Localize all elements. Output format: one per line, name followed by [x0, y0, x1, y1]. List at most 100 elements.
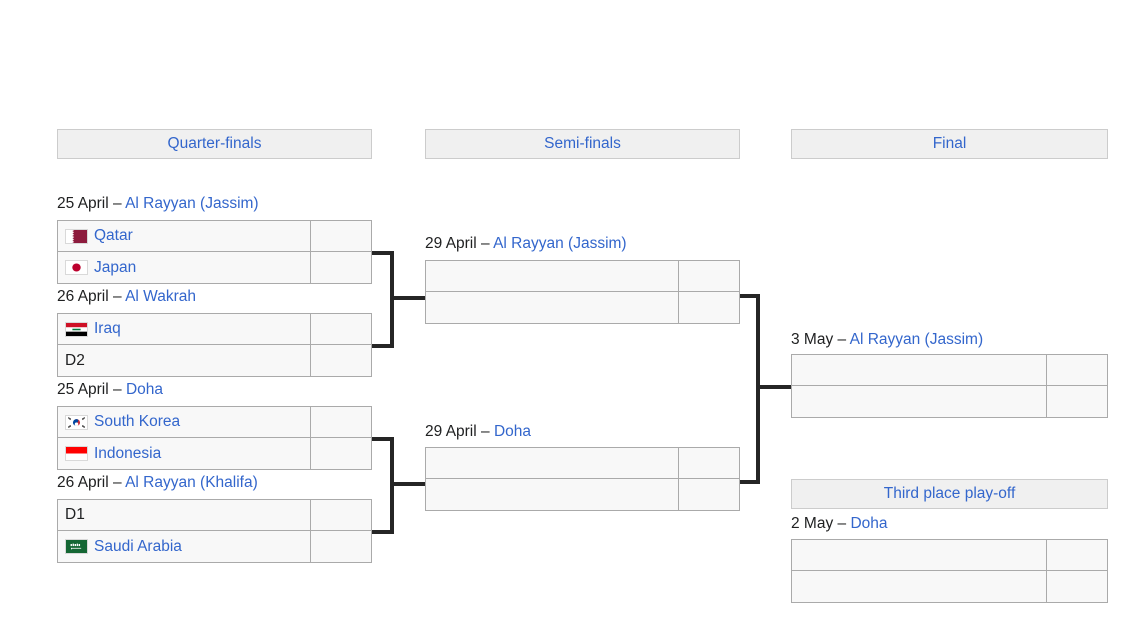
- match-row[interactable]: [426, 292, 739, 323]
- round-header-label: Semi-finals: [544, 135, 621, 152]
- match-venue-link[interactable]: Doha: [494, 423, 531, 440]
- match-box-qf4: D1 Saudi Arabia: [57, 499, 372, 563]
- match-date-qf3: 25 April – Doha: [57, 381, 163, 399]
- score-cell: [311, 500, 371, 530]
- score-cell: [311, 221, 371, 251]
- match-date-dash: –: [113, 195, 122, 212]
- match-row[interactable]: Iraq: [58, 314, 371, 345]
- match-row[interactable]: [792, 571, 1107, 602]
- team-cell[interactable]: Qatar: [58, 221, 311, 251]
- team-cell[interactable]: [426, 479, 679, 510]
- match-venue-link[interactable]: Al Rayyan (Jassim): [493, 235, 627, 252]
- round-header-quarter-finals[interactable]: Quarter-finals: [57, 129, 372, 159]
- match-date-day: 29 April: [425, 235, 477, 252]
- match-row[interactable]: Japan: [58, 252, 371, 283]
- connector-sf-vertical: [756, 294, 760, 484]
- match-box-qf3: South Korea Indonesia: [57, 406, 372, 470]
- score-cell: [311, 407, 371, 437]
- match-date-day: 3 May: [791, 331, 834, 348]
- match-date-day: 26 April: [57, 474, 109, 491]
- match-venue-link[interactable]: Al Rayyan (Jassim): [850, 331, 984, 348]
- match-row[interactable]: South Korea: [58, 407, 371, 438]
- match-row[interactable]: Saudi Arabia: [58, 531, 371, 562]
- match-row[interactable]: [426, 448, 739, 479]
- score-cell: [679, 292, 739, 323]
- match-date-qf4: 26 April – Al Rayyan (Khalifa): [57, 474, 258, 492]
- match-box-sf2: [425, 447, 740, 511]
- team-cell[interactable]: D1: [58, 500, 311, 530]
- match-row[interactable]: D2: [58, 345, 371, 376]
- team-name[interactable]: Japan: [94, 259, 136, 277]
- team-cell[interactable]: Indonesia: [58, 438, 311, 469]
- match-date-qf2: 26 April – Al Wakrah: [57, 288, 196, 306]
- match-date-sf2: 29 April – Doha: [425, 423, 531, 441]
- match-row[interactable]: [792, 355, 1107, 386]
- team-name[interactable]: Saudi Arabia: [94, 538, 182, 556]
- match-box-qf1: Qatar Japan: [57, 220, 372, 284]
- match-row[interactable]: [792, 386, 1107, 417]
- score-cell: [1047, 386, 1107, 417]
- score-cell: [1047, 355, 1107, 385]
- score-cell: [311, 252, 371, 283]
- flag-iraq-icon: [65, 321, 88, 337]
- match-row[interactable]: Qatar: [58, 221, 371, 252]
- team-cell[interactable]: South Korea: [58, 407, 311, 437]
- score-cell: [311, 438, 371, 469]
- team-name[interactable]: Indonesia: [94, 445, 161, 463]
- team-name[interactable]: Qatar: [94, 227, 133, 245]
- team-cell[interactable]: [792, 540, 1047, 570]
- match-date-dash: –: [113, 381, 122, 398]
- connector-final-in: [756, 385, 792, 389]
- score-cell: [311, 531, 371, 562]
- match-box-third-place: [791, 539, 1108, 603]
- match-date-day: 25 April: [57, 195, 109, 212]
- match-row[interactable]: Indonesia: [58, 438, 371, 469]
- team-cell[interactable]: D2: [58, 345, 311, 376]
- team-cell[interactable]: [792, 571, 1047, 602]
- match-venue-link[interactable]: Doha: [850, 515, 887, 532]
- round-header-label: Third place play-off: [883, 485, 1016, 502]
- match-date-day: 29 April: [425, 423, 477, 440]
- team-cell[interactable]: [426, 292, 679, 323]
- match-date-dash: –: [113, 288, 122, 305]
- score-cell: [679, 261, 739, 291]
- score-cell: [1047, 571, 1107, 602]
- score-cell: [1047, 540, 1107, 570]
- connector-sf1-in: [390, 296, 426, 300]
- team-cell[interactable]: Saudi Arabia: [58, 531, 311, 562]
- team-name: D1: [65, 506, 85, 523]
- flag-saudi-arabia-icon: [65, 539, 88, 554]
- match-date-dash: –: [837, 331, 847, 348]
- team-cell[interactable]: [426, 261, 679, 291]
- team-cell[interactable]: [792, 355, 1047, 385]
- team-cell[interactable]: [426, 448, 679, 478]
- match-date-final: 3 May – Al Rayyan (Jassim): [791, 331, 983, 349]
- match-box-qf2: Iraq D2: [57, 313, 372, 377]
- score-cell: [679, 479, 739, 510]
- match-date-day: 25 April: [57, 381, 109, 398]
- team-cell[interactable]: [792, 386, 1047, 417]
- match-venue-link[interactable]: Doha: [126, 381, 163, 398]
- match-date-dash: –: [113, 474, 122, 491]
- team-name[interactable]: South Korea: [94, 413, 180, 431]
- match-venue-link[interactable]: Al Wakrah: [125, 288, 196, 305]
- match-date-day: 2 May: [791, 515, 834, 532]
- match-row[interactable]: [426, 261, 739, 292]
- match-date-dash: –: [481, 235, 490, 252]
- round-header-semi-finals[interactable]: Semi-finals: [425, 129, 740, 159]
- match-row[interactable]: [426, 479, 739, 510]
- match-row[interactable]: D1: [58, 500, 371, 531]
- round-header-final[interactable]: Final: [791, 129, 1108, 159]
- match-venue-link[interactable]: Al Rayyan (Khalifa): [125, 474, 258, 491]
- flag-qatar-icon: [65, 228, 88, 244]
- team-name[interactable]: Iraq: [94, 320, 121, 338]
- team-cell[interactable]: Iraq: [58, 314, 311, 344]
- score-cell: [679, 448, 739, 478]
- match-venue-link[interactable]: Al Rayyan (Jassim): [125, 195, 259, 212]
- match-date-third-place: 2 May – Doha: [791, 515, 888, 533]
- match-row[interactable]: [792, 540, 1107, 571]
- match-date-dash: –: [481, 423, 490, 440]
- score-cell: [311, 314, 371, 344]
- team-cell[interactable]: Japan: [58, 252, 311, 283]
- round-header-third-place[interactable]: Third place play-off: [791, 479, 1108, 509]
